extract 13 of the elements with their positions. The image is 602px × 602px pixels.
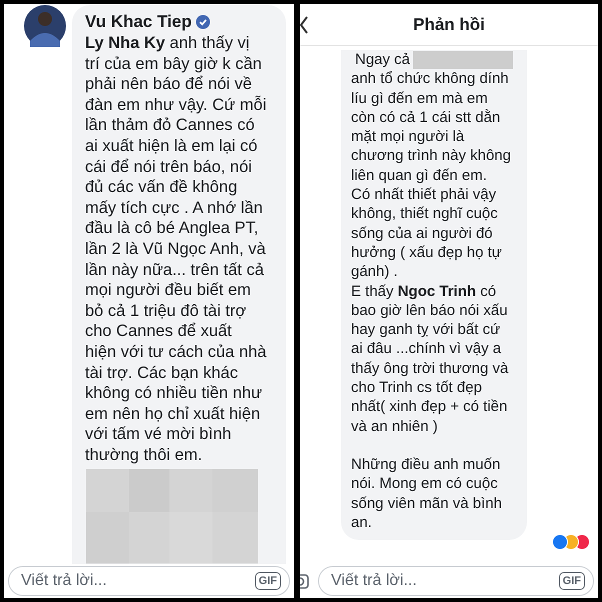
- comment-text: Những điều anh muốn nói. Mong em có cuộc sống viên mãn và bình an.: [351, 454, 503, 532]
- back-icon[interactable]: [300, 16, 308, 34]
- comment-text: Ngay cả: [354, 50, 410, 70]
- page-title: Phản hồi: [413, 14, 485, 36]
- reply-field[interactable]: Viết trả lời... GIF: [318, 566, 594, 596]
- camera-icon[interactable]: [300, 572, 310, 590]
- gif-button[interactable]: GIF: [254, 572, 281, 590]
- comment-text: Ly Nha Ky anh thấy vị trí của em bây giờ k cần phải nên báo để nói về đàn em như vậy. Cứ mỗi lần thảm đỏ Cannes có ai xuất hiện là em lại có cái để nói trên báo, nói đủ các vấn đề không mấy tích cực . A nhớ lần đầu là cô bé Anglea PT, lần 2 là Vũ Ngọc Anh, và lần này nữa... trên tất cả mọi người đều biết em bỏ cả 1 triệu đô tài trợ cho Cannes để xuất hiện với tư cách của nhà tài trợ. Các bạn khác không có nhiều tiền như em nên họ chỉ xuất hiện với tấm vé mời bình thường thôi em.: [84, 33, 268, 466]
- comment-text: anh tổ chức không dính líu gì đến em mà em còn có cả 1 cái stt dằn mặt mọi người là chương trình này không liên quan gì đến em. Có nhất thiết phải vậy không, thiết nghĩ cuộc sống của ai người đó hưởng ( xấu đẹp họ tự gánh) . E thấy Ngoc Trinh có bao giờ lên báo nói xấu hay ganh tỵ với bất cứ ai đâu ...chính vì vậy a thấy ông trời thương và cho Trinh cs tốt đẹp nhất( xinh đẹp + có tiền và an nhiên ): [351, 69, 512, 436]
- avatar[interactable]: [24, 5, 66, 47]
- reply-field[interactable]: Viết trả lời... GIF: [8, 566, 290, 596]
- gif-button[interactable]: GIF: [558, 572, 585, 590]
- author-name[interactable]: Vu Khac Tiep: [85, 11, 192, 33]
